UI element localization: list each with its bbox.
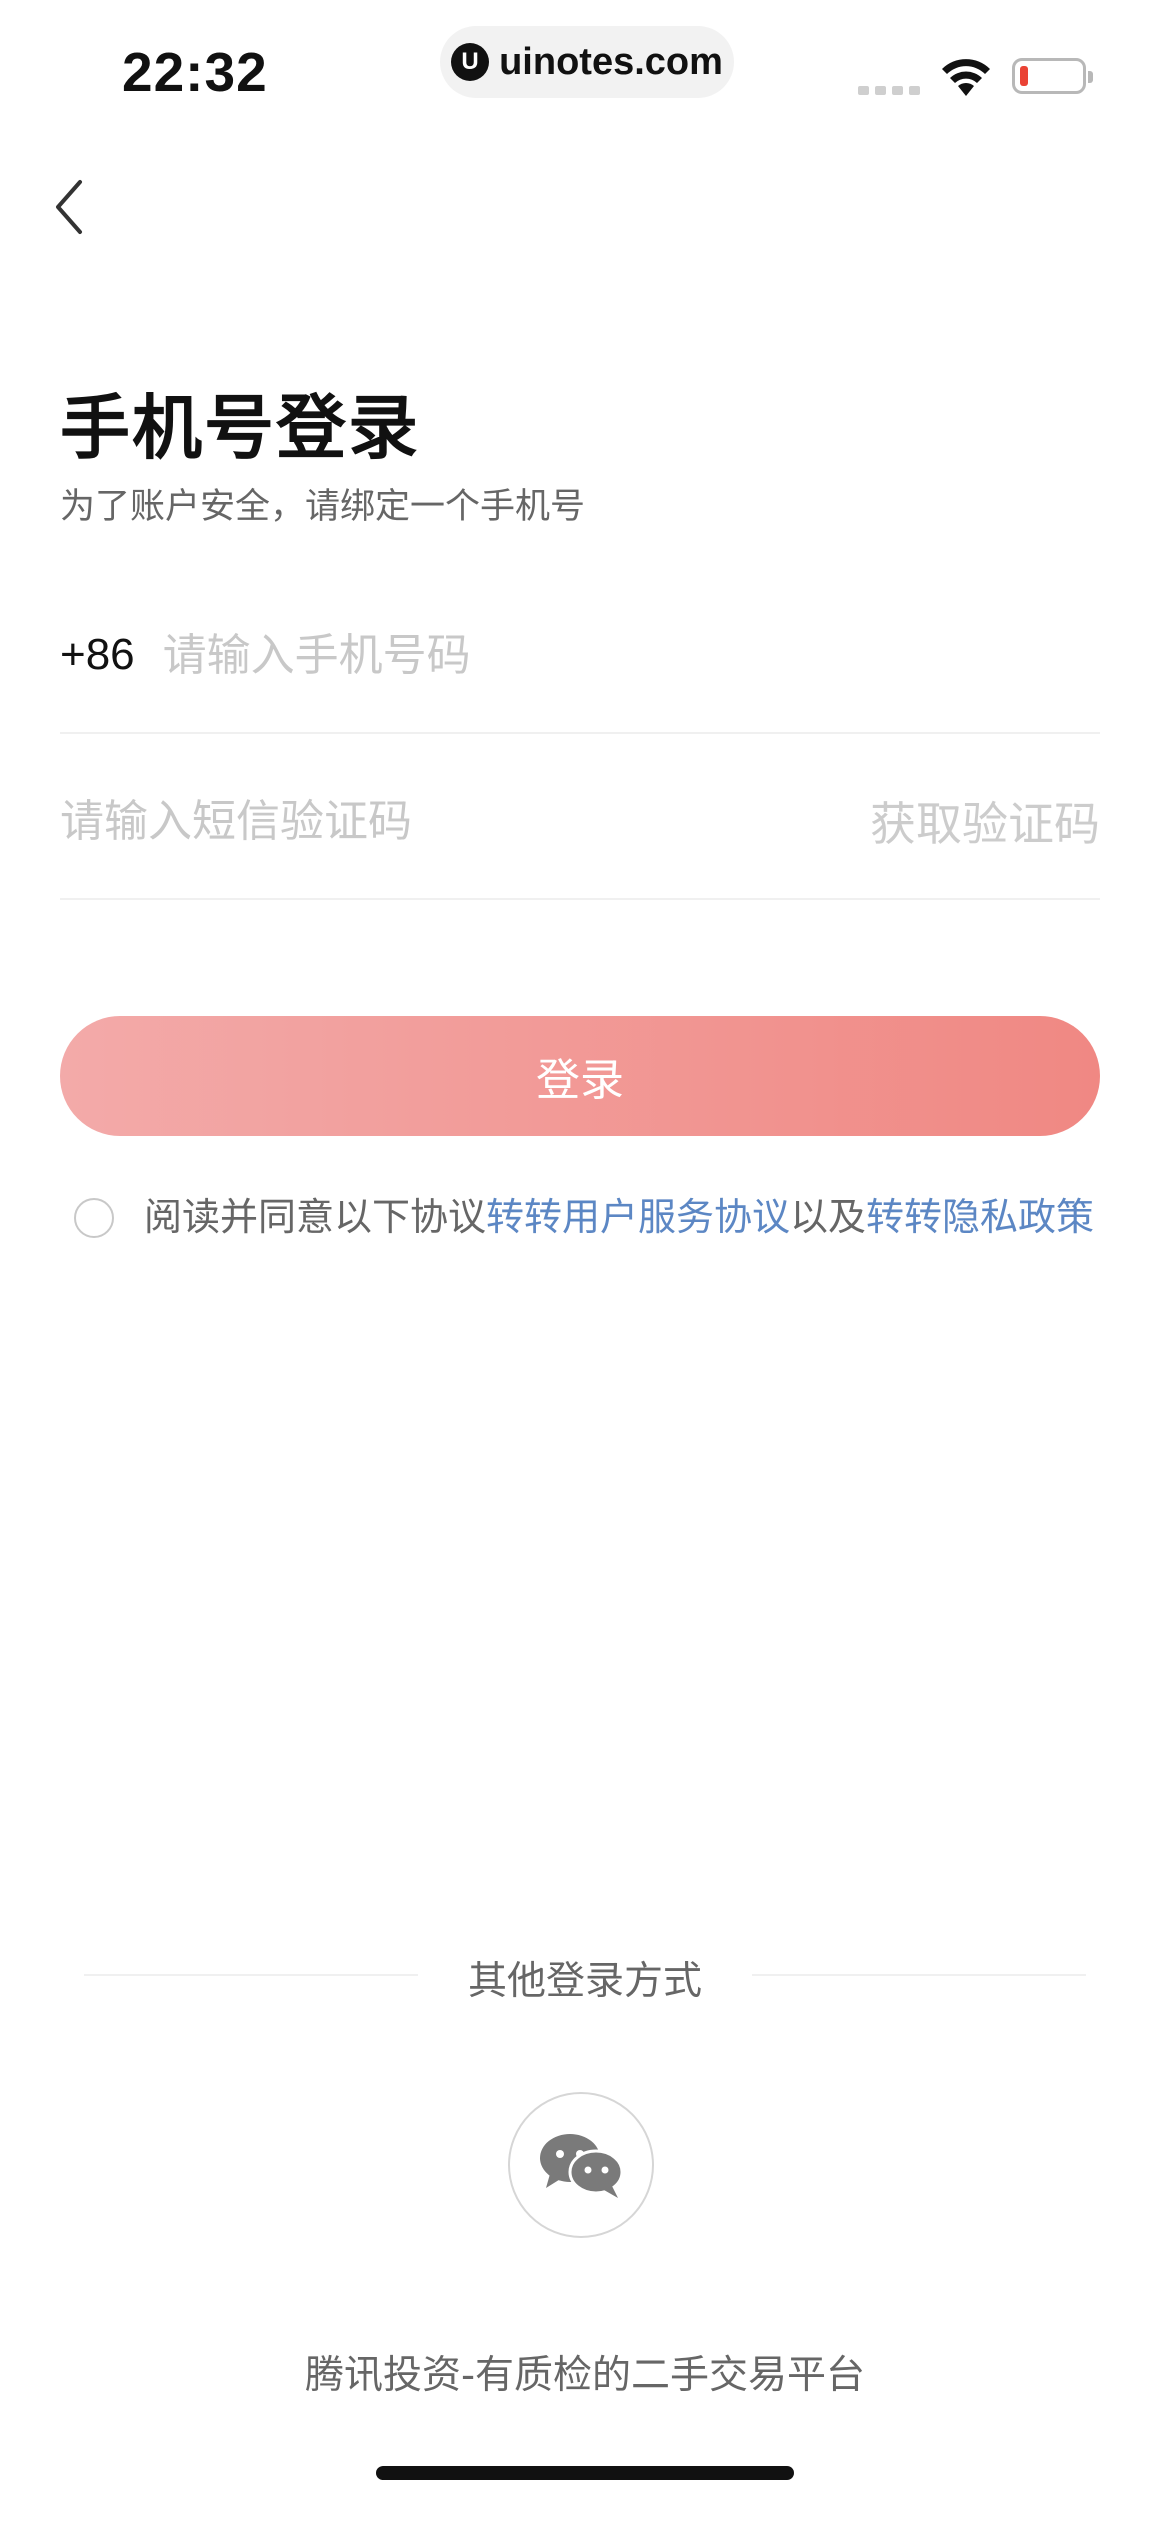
- get-code-button[interactable]: 获取验证码: [870, 788, 1100, 854]
- user-agreement-link[interactable]: 转转用户服务协议: [486, 1195, 790, 1239]
- sms-code-input[interactable]: [60, 781, 700, 861]
- wechat-login-button[interactable]: [508, 2092, 654, 2238]
- country-code[interactable]: +86: [60, 630, 135, 680]
- agreement-prefix: 阅读并同意以下协议: [144, 1195, 487, 1239]
- phone-divider: [60, 732, 1100, 734]
- phone-row: +86: [60, 610, 1100, 700]
- signal-dots-icon: [858, 86, 920, 95]
- login-page: 22:32 U uinotes.com 手机号登录 为了账户安全，请绑定一个手机…: [0, 0, 1170, 2532]
- footer-slogan: 腾讯投资-有质检的二手交易平台: [304, 2353, 866, 2398]
- chevron-left-icon[interactable]: [46, 176, 94, 238]
- other-login-title: 其他登录方式: [467, 1959, 702, 2004]
- wifi-icon: [942, 59, 990, 96]
- status-time: 22:32: [122, 41, 268, 103]
- agreement-middle: 以及: [790, 1195, 867, 1239]
- privacy-policy-link[interactable]: 转转隐私政策: [866, 1195, 1094, 1239]
- battery-low-icon: [1012, 58, 1093, 94]
- url-text: uinotes.com: [499, 40, 723, 83]
- wechat-icon: [540, 2134, 624, 2198]
- code-divider: [60, 898, 1100, 900]
- agreement-text: 阅读并同意以下协议转转用户服务协议以及转转隐私政策: [144, 1194, 1104, 1240]
- site-logo-icon: U: [451, 43, 490, 81]
- agreement-checkbox[interactable]: [74, 1198, 114, 1238]
- login-button[interactable]: 登录: [60, 1016, 1100, 1136]
- battery-level: [1020, 66, 1028, 86]
- code-row: 获取验证码: [60, 776, 1100, 866]
- page-title: 手机号登录: [60, 387, 420, 469]
- url-pill[interactable]: U uinotes.com: [440, 26, 734, 98]
- home-indicator[interactable]: [376, 2466, 794, 2480]
- page-subtitle: 为了账户安全，请绑定一个手机号: [60, 487, 586, 527]
- phone-input[interactable]: [162, 615, 1043, 695]
